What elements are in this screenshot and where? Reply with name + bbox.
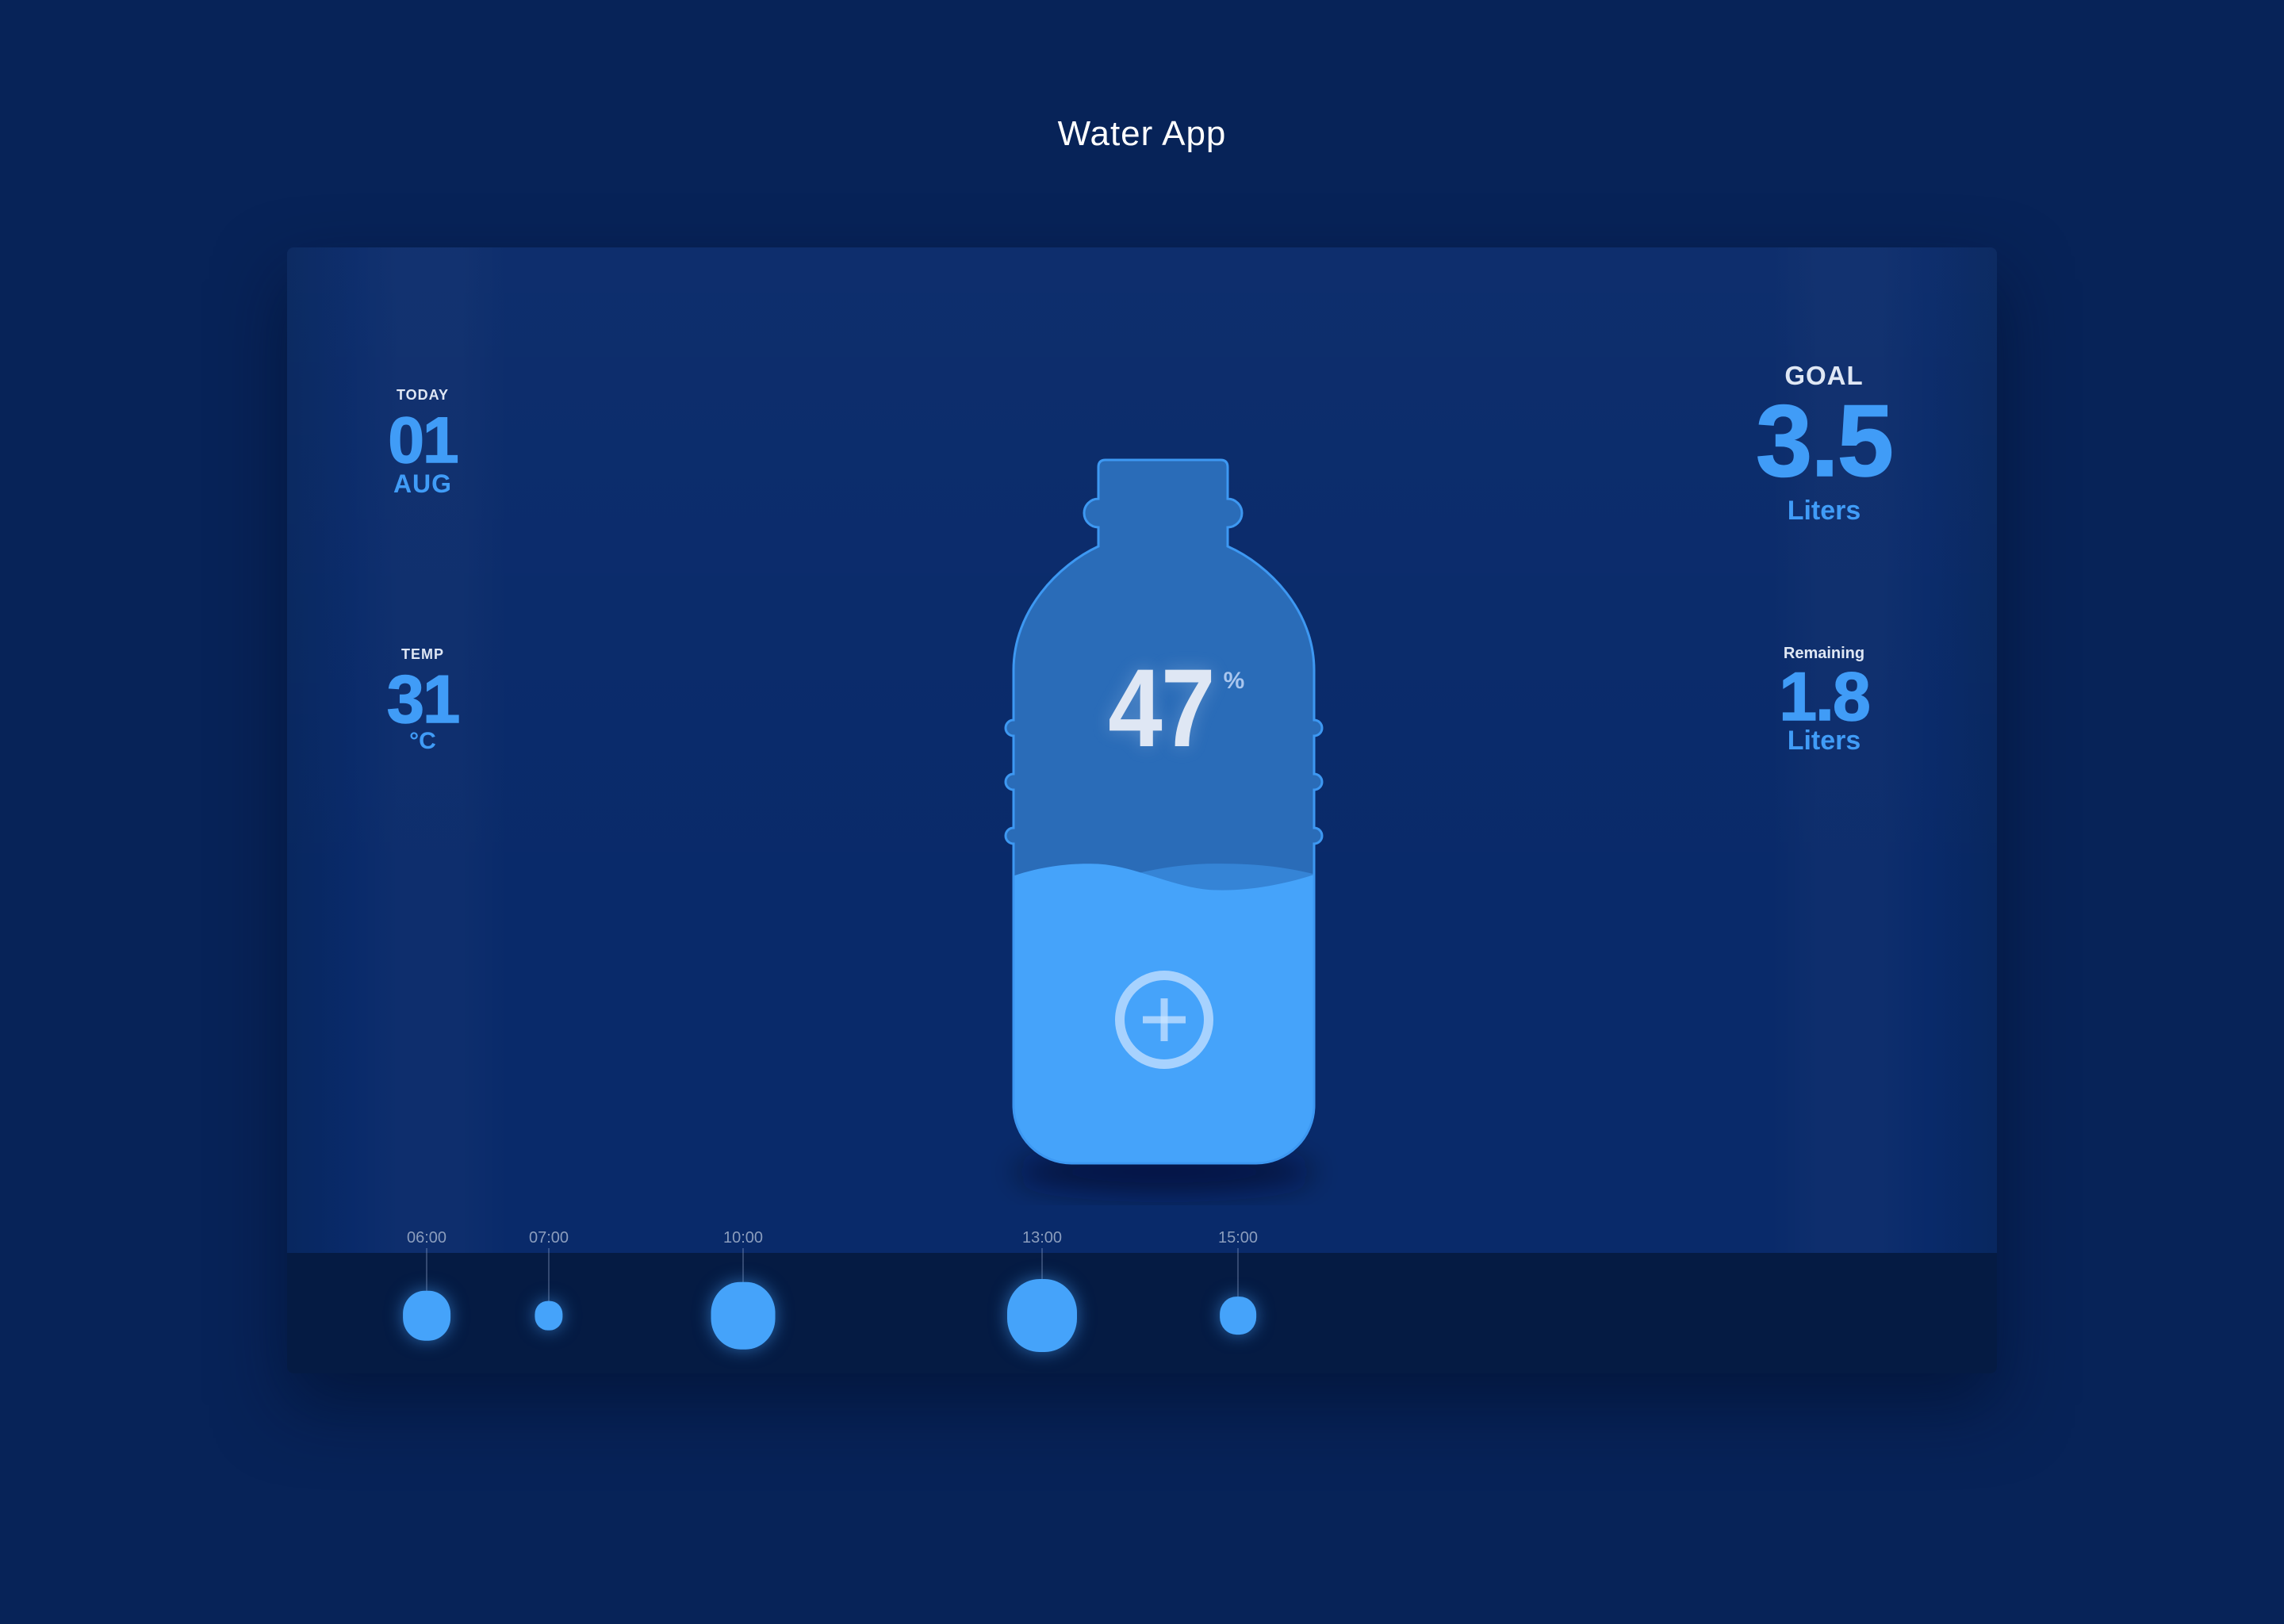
intake-dot[interactable]: [403, 1290, 450, 1341]
temp-unit: °C: [409, 728, 436, 754]
timeline-time: 15:00: [1217, 1229, 1259, 1247]
remaining-unit: Liters: [1787, 726, 1861, 756]
temp-value: 31: [386, 662, 461, 737]
today-month: AUG: [393, 469, 453, 498]
timeline-time: 10:00: [722, 1229, 764, 1247]
page-title: Water App: [1057, 114, 1227, 153]
water-bottle: [1004, 458, 1324, 1193]
intake-dot[interactable]: [1007, 1279, 1077, 1352]
intake-dot[interactable]: [1220, 1297, 1256, 1335]
remaining-value: 1.8: [1778, 659, 1871, 735]
goal-unit: Liters: [1787, 496, 1861, 526]
today-label: TODAY: [396, 387, 450, 403]
timeline-time: 06:00: [406, 1229, 447, 1247]
intake-dot[interactable]: [711, 1281, 776, 1350]
timeline-time: 13:00: [1021, 1229, 1063, 1247]
timeline-time: 07:00: [528, 1229, 569, 1247]
temp-label: TEMP: [400, 646, 444, 662]
percent-sign: %: [1223, 668, 1245, 694]
goal-value: 3.5: [1755, 385, 1894, 498]
today-day: 01: [388, 404, 460, 477]
intake-dot[interactable]: [535, 1300, 563, 1331]
